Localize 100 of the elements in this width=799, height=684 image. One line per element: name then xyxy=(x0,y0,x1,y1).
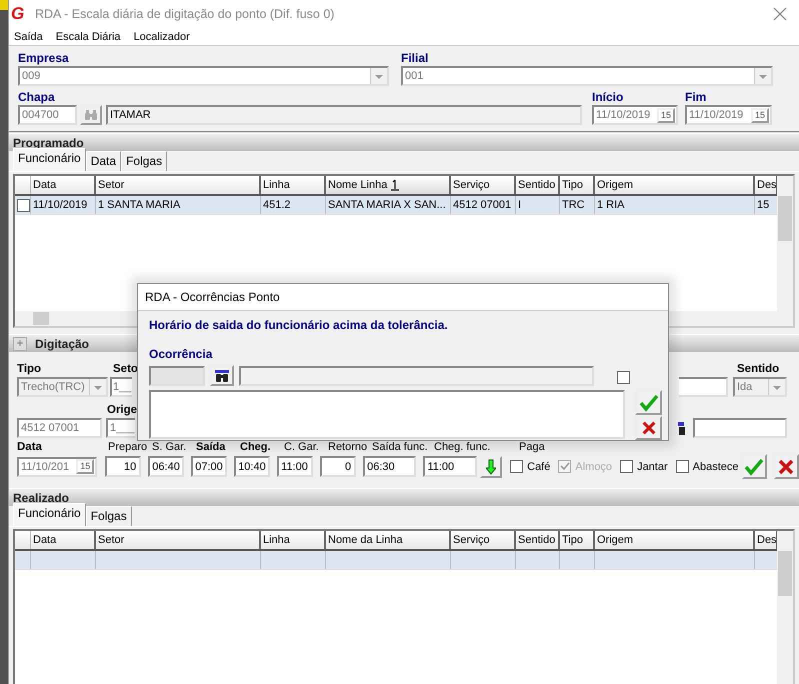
table-cell: 451.2 xyxy=(261,196,326,214)
column-header[interactable]: Data xyxy=(33,179,56,191)
field-label: Cheg. xyxy=(240,441,271,453)
binoculars-icon xyxy=(84,109,98,121)
field-label: Paga xyxy=(519,441,545,453)
direction-dropdown[interactable]: Ida xyxy=(733,377,787,397)
column-header[interactable]: Setor xyxy=(98,179,124,191)
checkmark-icon xyxy=(744,458,764,476)
vertical-scrollbar[interactable] xyxy=(777,176,793,311)
field-label: Saída xyxy=(196,441,226,453)
checkbox[interactable] xyxy=(617,370,630,384)
service-field[interactable]: 4512 07001 xyxy=(17,418,102,438)
tab[interactable]: Data xyxy=(86,151,122,171)
calendar-icon[interactable]: 15 xyxy=(76,459,94,474)
column-header[interactable]: Origem xyxy=(597,179,634,191)
field-label: Orige xyxy=(107,404,138,416)
vertical-scrollbar[interactable] xyxy=(777,531,793,684)
menu-item[interactable]: Saída xyxy=(14,30,43,42)
table-cell: I xyxy=(516,196,560,214)
column-header[interactable]: Nome da Linha xyxy=(326,531,451,549)
time-field[interactable]: 11:00 xyxy=(277,456,314,477)
table-cell: SANTA MARIA X SAN... xyxy=(326,196,451,214)
row-checkbox[interactable] xyxy=(17,198,30,212)
cross-icon xyxy=(777,458,796,476)
field-label: Tipo xyxy=(17,363,42,375)
checkbox[interactable] xyxy=(676,460,689,473)
field-label: Saída func. xyxy=(372,441,428,453)
section-title: Programado xyxy=(13,136,84,150)
column-header[interactable]: Tipo xyxy=(560,531,595,549)
cancel-button[interactable] xyxy=(635,416,662,440)
column-header[interactable]: Serviço xyxy=(453,179,490,191)
warning-message: Horário de saida do funcionário acima da tolerância. xyxy=(149,318,449,332)
field-label: Fim xyxy=(685,90,708,105)
field-label: C. Gar. xyxy=(284,441,319,453)
branch-dropdown[interactable]: 001 xyxy=(401,66,773,86)
table-cell: 4512 07001 xyxy=(451,196,516,214)
field-label: Empresa xyxy=(18,51,70,66)
close-icon[interactable] xyxy=(773,7,787,21)
column-header[interactable]: Serviço xyxy=(451,531,516,549)
time-field[interactable]: 11:00 xyxy=(423,456,477,477)
checkbox[interactable] xyxy=(620,460,634,473)
column-header[interactable]: Sentido xyxy=(518,179,556,191)
notes-field[interactable] xyxy=(149,390,625,439)
company-dropdown[interactable]: 009 xyxy=(18,66,389,86)
menu-item[interactable]: Localizador xyxy=(134,30,190,42)
column-header[interactable]: Sentido xyxy=(516,531,560,549)
field-label: Chapa xyxy=(18,90,56,105)
column-header[interactable]: Tipo xyxy=(562,179,583,191)
column-header[interactable]: Linha xyxy=(261,531,326,549)
occurrence-code-field[interactable] xyxy=(149,366,205,386)
time-field[interactable]: 06:30 xyxy=(363,456,416,477)
calendar-icon[interactable]: 15 xyxy=(656,108,675,122)
tab[interactable]: Folgas xyxy=(121,151,168,171)
tab[interactable]: Folgas xyxy=(86,506,132,526)
field-label: Preparo xyxy=(108,441,148,453)
app-logo: G xyxy=(11,4,26,24)
down-arrow-icon xyxy=(486,458,496,474)
badge-number-field[interactable]: 004700 xyxy=(18,105,77,125)
end-date-field[interactable]: 11/10/2019 15 xyxy=(685,105,772,125)
tab[interactable]: Funcionário xyxy=(13,148,86,171)
window-title: RDA - Escala diária de digitação do ponto (Dif. fuso 0) xyxy=(35,7,336,21)
type-dropdown[interactable]: Trecho(TRC) xyxy=(17,377,108,397)
fill-down-button[interactable] xyxy=(480,456,502,478)
table-cell: 11/10/2019 xyxy=(31,196,96,214)
text-field[interactable] xyxy=(693,418,787,438)
field-label: Filial xyxy=(401,51,430,66)
calendar-icon[interactable]: 15 xyxy=(750,108,769,122)
employee-name-field: ITAMAR xyxy=(106,105,582,125)
binoculars-icon xyxy=(214,368,230,382)
checkbox-label: Almoço xyxy=(575,460,612,472)
table-cell: 1 RIA xyxy=(595,196,755,214)
checkbox-label: Abastece xyxy=(692,460,739,472)
field-label: Sentido xyxy=(737,363,780,375)
sector-field[interactable]: 1__ xyxy=(110,377,132,397)
menu-item[interactable]: Escala Diária xyxy=(56,30,121,42)
column-header[interactable]: Setor xyxy=(96,531,261,549)
field-label: Cheg. func. xyxy=(434,441,490,453)
field-label: Início xyxy=(592,90,624,105)
column-header[interactable]: Linha xyxy=(263,179,290,191)
field-label: Retorno xyxy=(328,441,368,453)
origin-field[interactable]: 1___ xyxy=(106,418,136,438)
date-field[interactable]: 11/10/201 15 xyxy=(17,456,98,476)
start-date-field[interactable]: 11/10/2019 15 xyxy=(592,105,678,125)
field-label: Ocorrência xyxy=(149,347,214,362)
time-field[interactable]: 10 xyxy=(105,456,142,477)
text-field[interactable] xyxy=(679,377,728,397)
checkbox[interactable] xyxy=(510,460,524,473)
field-label: Data xyxy=(17,441,43,453)
checkbox-label: Jantar xyxy=(637,460,668,472)
column-header[interactable]: Origem xyxy=(595,531,755,549)
dialog-title: RDA - Ocorrências Ponto xyxy=(145,290,280,304)
time-field[interactable]: 07:00 xyxy=(191,456,228,477)
column-header[interactable]: Des xyxy=(757,179,776,191)
tab[interactable]: Funcionário xyxy=(13,503,86,526)
time-field[interactable]: 0 xyxy=(320,456,356,477)
time-field[interactable]: 06:40 xyxy=(148,456,184,477)
column-header[interactable]: Data xyxy=(31,531,96,549)
table-cell: 1 SANTA MARIA xyxy=(96,196,261,214)
section-title: Realizado xyxy=(13,490,70,504)
time-field[interactable]: 10:40 xyxy=(234,456,270,477)
